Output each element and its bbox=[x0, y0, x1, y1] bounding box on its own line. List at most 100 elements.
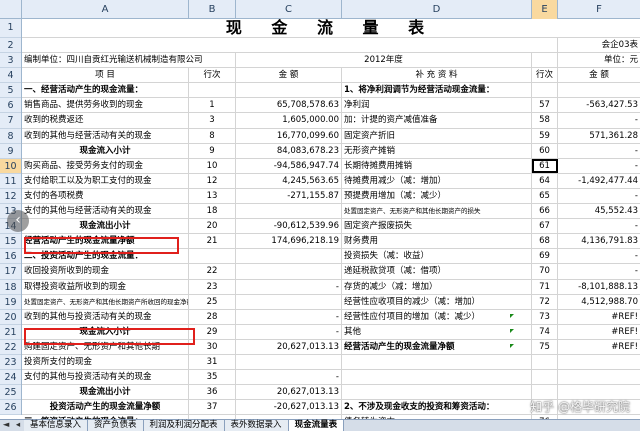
row-header[interactable]: 19 bbox=[0, 295, 21, 310]
item-cell[interactable]: 投资所支付的现金 bbox=[22, 354, 189, 370]
row-no-cell-2[interactable]: 74 bbox=[532, 324, 558, 339]
row-no-header[interactable]: 行次 bbox=[189, 68, 236, 83]
column-header-a[interactable]: A bbox=[22, 0, 189, 19]
item-cell[interactable]: 支付的各项税费 bbox=[22, 188, 189, 204]
amount-cell[interactable]: 65,708,578.63 bbox=[236, 98, 342, 113]
row-no-cell[interactable]: 18 bbox=[189, 204, 236, 219]
amount-cell-2[interactable]: -8,101,888.13 bbox=[558, 280, 640, 294]
amount-cell[interactable]: -94,586,947.74 bbox=[236, 158, 342, 173]
item-cell[interactable]: 处置固定资产、无形资产和其他长期资产所收回的现金净额 bbox=[22, 294, 189, 309]
row-header[interactable]: 15 bbox=[0, 234, 21, 250]
column-header-e[interactable]: E bbox=[532, 0, 558, 19]
row-header[interactable]: 20 bbox=[0, 310, 21, 325]
row-no-cell-2[interactable]: 61 bbox=[532, 158, 558, 173]
row-header[interactable]: 6 bbox=[0, 98, 21, 114]
item-cell[interactable]: 现金流入小计 bbox=[22, 143, 189, 158]
amount-cell-2[interactable]: 4,136,791.83 bbox=[558, 234, 640, 248]
supplement-cell[interactable]: 长期待摊费用摊销 bbox=[342, 158, 532, 173]
amount-cell-2[interactable]: 4,512,988.70 bbox=[558, 295, 640, 309]
row-no-header-2[interactable]: 行次 bbox=[532, 68, 558, 83]
amount-cell[interactable] bbox=[236, 294, 342, 309]
row-header[interactable]: 16 bbox=[0, 249, 21, 265]
row-no-cell[interactable]: 28 bbox=[189, 309, 236, 324]
supplement-cell[interactable]: 无形资产摊销 bbox=[342, 143, 532, 158]
row-no-cell[interactable]: 10 bbox=[189, 158, 236, 173]
amount-cell-2[interactable]: - bbox=[558, 249, 640, 263]
tab-basic-info[interactable]: 基本信息录入 bbox=[24, 420, 89, 431]
currency-unit[interactable]: 单位：元 bbox=[558, 53, 640, 67]
row-header[interactable]: 7 bbox=[0, 113, 21, 129]
amount-cell[interactable] bbox=[236, 264, 342, 279]
row-header[interactable]: 11 bbox=[0, 174, 21, 189]
amount-cell-2[interactable]: -563,427.53 bbox=[558, 98, 640, 112]
row-no-cell[interactable]: 37 bbox=[189, 400, 236, 415]
amount-header-2[interactable]: 金 额 bbox=[558, 68, 640, 82]
prev-page-button[interactable]: ‹ bbox=[7, 210, 29, 232]
form-number[interactable]: 会企03表 bbox=[558, 38, 640, 52]
supplement-cell[interactable]: 固定资产报废损失 bbox=[342, 219, 532, 234]
row-no-cell[interactable]: 35 bbox=[189, 370, 236, 385]
amount-cell-2[interactable]: - bbox=[558, 219, 640, 233]
row-no-cell-2[interactable]: 70 bbox=[532, 264, 558, 279]
row-no-cell[interactable]: 8 bbox=[189, 128, 236, 143]
amount-cell[interactable]: -90,612,539.96 bbox=[236, 219, 342, 234]
row-no-cell[interactable]: 12 bbox=[189, 173, 236, 188]
column-header-b[interactable]: B bbox=[189, 0, 236, 19]
amount-cell[interactable] bbox=[236, 249, 342, 264]
row-header[interactable]: 17 bbox=[0, 264, 21, 280]
row-header[interactable]: 4 bbox=[0, 68, 21, 84]
row-no-cell-2[interactable]: 67 bbox=[532, 219, 558, 234]
amount-cell-2[interactable]: 571,361.28 bbox=[558, 129, 640, 143]
tab-balance-sheet[interactable]: 资产负债表 bbox=[88, 420, 144, 431]
row-header[interactable]: 1 bbox=[0, 19, 21, 38]
amount-cell-2[interactable]: - bbox=[558, 144, 640, 158]
row-no-cell[interactable]: 25 bbox=[189, 294, 236, 309]
row-no-cell-2[interactable]: 71 bbox=[532, 279, 558, 294]
row-header[interactable]: 5 bbox=[0, 83, 21, 99]
row-header[interactable]: 26 bbox=[0, 400, 21, 416]
item-cell[interactable]: 销售商品、提供劳务收到的现金 bbox=[22, 98, 189, 113]
amount-cell[interactable] bbox=[236, 204, 342, 219]
row-no-cell-2[interactable] bbox=[532, 370, 558, 385]
item-cell[interactable]: 现金流出小计 bbox=[22, 219, 189, 234]
tab-income-statement[interactable]: 利润及利润分配表 bbox=[143, 420, 225, 431]
column-header-c[interactable]: C bbox=[236, 0, 342, 19]
row-no-cell[interactable]: 31 bbox=[189, 354, 236, 370]
item-cell[interactable]: 取得投资收益所收到的现金 bbox=[22, 279, 189, 294]
row-no-cell-2[interactable]: 69 bbox=[532, 249, 558, 264]
item-cell[interactable]: 支付给职工以及为职工支付的现金 bbox=[22, 173, 189, 188]
row-header[interactable]: 18 bbox=[0, 280, 21, 295]
amount-cell[interactable]: - bbox=[236, 309, 342, 324]
row-header[interactable]: 24 bbox=[0, 370, 21, 386]
amount-cell[interactable]: 20,627,013.13 bbox=[236, 339, 342, 354]
amount-cell[interactable] bbox=[236, 354, 342, 370]
amount-cell-2[interactable]: #REF! bbox=[558, 310, 640, 324]
select-all-corner[interactable] bbox=[0, 0, 22, 19]
supplement-cell[interactable]: 经营性应收项目的减少（减：增加） bbox=[342, 294, 532, 309]
supplement-cell[interactable]: 经营性应付项目的增加（减：减少） bbox=[342, 309, 532, 324]
item-cell[interactable]: 收到的其他与经营活动有关的现金 bbox=[22, 128, 189, 143]
row-header[interactable]: 25 bbox=[0, 385, 21, 401]
row-no-cell[interactable] bbox=[189, 249, 236, 264]
item-cell[interactable]: 支付的其他与投资活动有关的现金 bbox=[22, 370, 189, 385]
row-no-cell[interactable]: 20 bbox=[189, 219, 236, 234]
row-no-cell-2[interactable]: 66 bbox=[532, 204, 558, 219]
tab-first-arrow[interactable]: ◄ bbox=[0, 420, 12, 431]
row-header[interactable]: 22 bbox=[0, 340, 21, 355]
supplement-cell[interactable]: 预提费用增加（减：减少） bbox=[342, 188, 532, 204]
supplement-cell[interactable]: 处置固定资产、无形资产和其他长期资产的损失 bbox=[342, 204, 532, 219]
row-no-cell[interactable]: 23 bbox=[189, 279, 236, 294]
supplement-cell[interactable]: 1、将净利润调节为经营活动现金流量： bbox=[342, 83, 532, 98]
item-cell[interactable]: 现金流出小计 bbox=[22, 385, 189, 400]
row-no-cell-2[interactable]: 68 bbox=[532, 234, 558, 249]
supplement-cell[interactable]: 其他 bbox=[342, 324, 532, 339]
row-header[interactable]: 9 bbox=[0, 144, 21, 159]
row-no-cell[interactable]: 29 bbox=[189, 324, 236, 339]
row-header[interactable]: 12 bbox=[0, 189, 21, 205]
row-no-cell-2[interactable]: 64 bbox=[532, 173, 558, 188]
row-no-cell-2[interactable] bbox=[532, 83, 558, 98]
supplement-cell[interactable]: 财务费用 bbox=[342, 234, 532, 249]
amount-cell[interactable]: 20,627,013.13 bbox=[236, 385, 342, 400]
amount-header[interactable]: 金 额 bbox=[236, 68, 342, 83]
amount-cell[interactable]: 16,770,099.60 bbox=[236, 128, 342, 143]
